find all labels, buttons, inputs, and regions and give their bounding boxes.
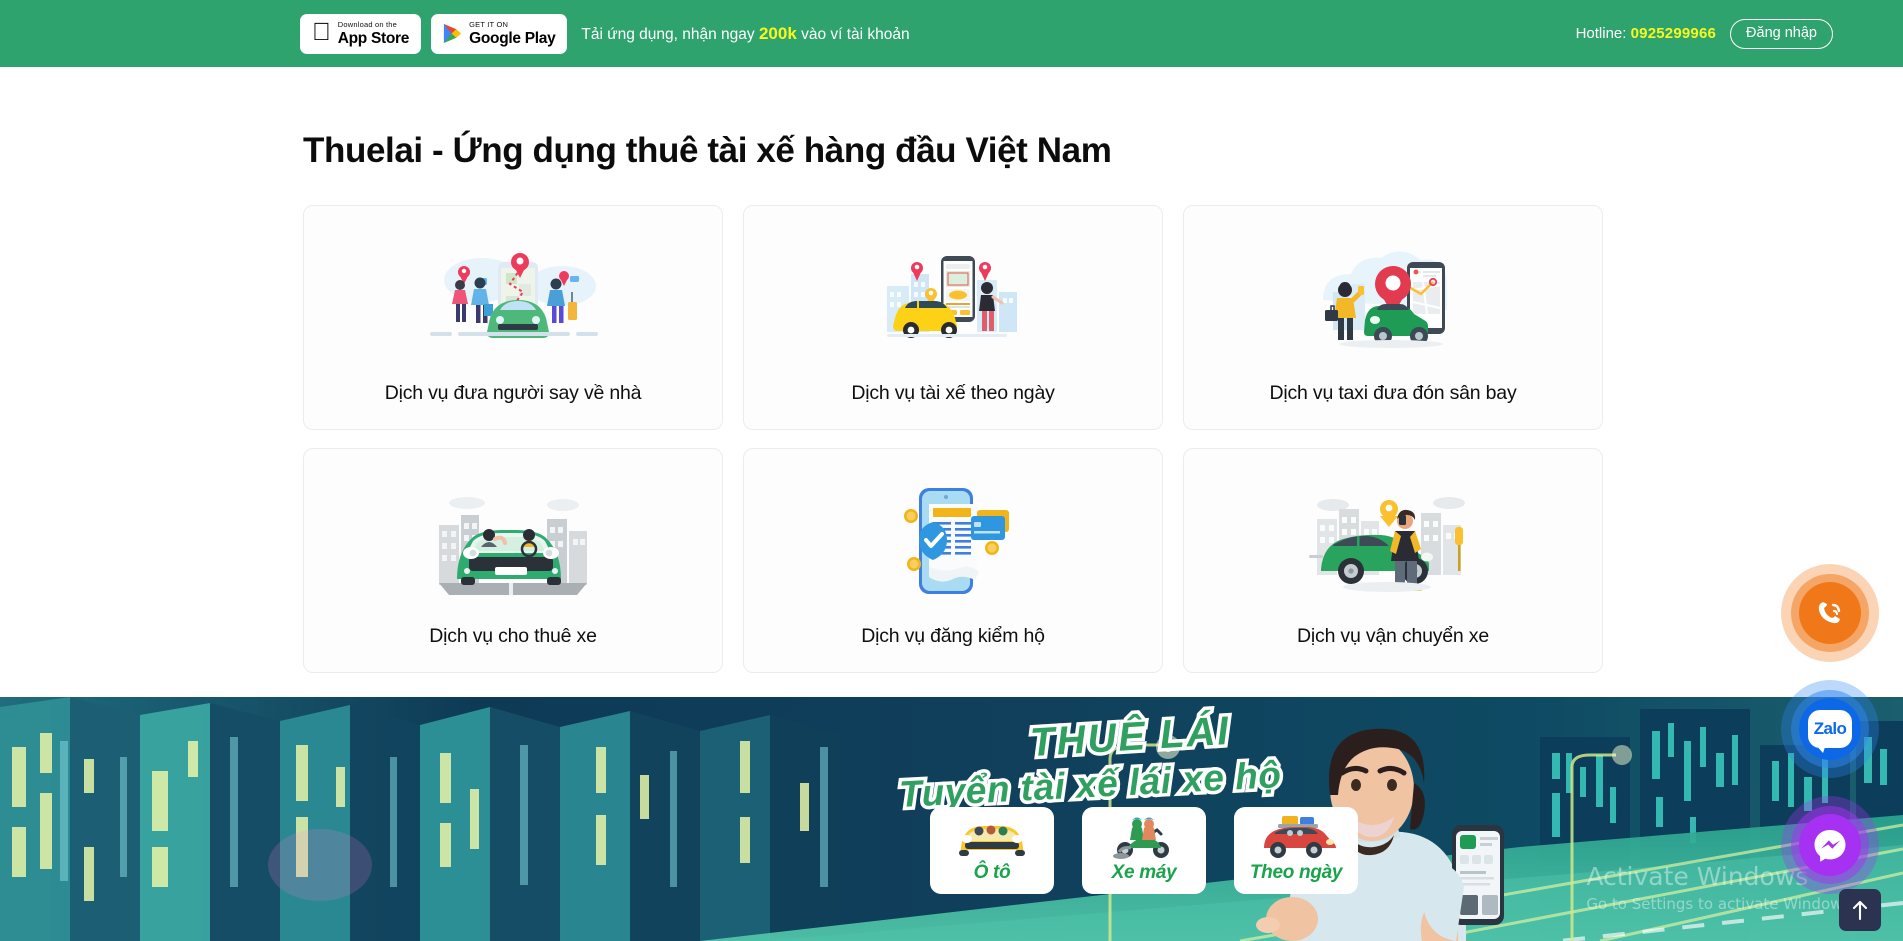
scroll-to-top-button[interactable] — [1839, 889, 1881, 931]
pill-car[interactable]: Ô tô — [930, 807, 1054, 894]
zalo-bubble-icon: Zalo — [1808, 710, 1852, 753]
service-card-label: Dịch vụ vận chuyển xe — [1297, 625, 1489, 647]
store-badges:  Download on the App Store GET IT ON — [300, 13, 568, 54]
pill-motorbike[interactable]: Xe máy — [1082, 807, 1206, 894]
car-transport-illustration — [1184, 449, 1602, 625]
service-card-inspection[interactable]: Dịch vụ đăng kiểm hộ — [743, 448, 1163, 673]
service-card-grid: Dịch vụ đưa người say về nhà Dịch vụ tài… — [0, 171, 1903, 673]
messenger-chat-button[interactable] — [1799, 814, 1861, 876]
zalo-chat-button[interactable]: Zalo — [1799, 698, 1861, 760]
pill-daily[interactable]: Theo ngày — [1234, 807, 1358, 894]
promo-amount: 200k — [740, 23, 797, 43]
drunk-ride-illustration — [304, 206, 722, 382]
promo-text: Tải ứng dụng, nhận ngay 200k vào ví tài … — [581, 24, 909, 44]
daily-driver-illustration — [744, 206, 1162, 382]
recruitment-banner[interactable]: THUÊ LÁI Tuyển tài xế lái xe hộ Ô tô Xe … — [0, 697, 1903, 941]
fab-phone-wrapper — [1775, 558, 1885, 668]
phone-call-button[interactable] — [1799, 582, 1861, 644]
service-card-label: Dịch vụ tài xế theo ngày — [851, 382, 1055, 404]
floating-contact-buttons: Zalo — [1775, 558, 1885, 900]
promo-topbar:  Download on the App Store GET IT ON — [0, 0, 1903, 67]
service-card-transport[interactable]: Dịch vụ vận chuyển xe — [1183, 448, 1603, 673]
service-card-label: Dịch vụ đưa người say về nhà — [384, 382, 642, 404]
pill-label: Xe máy — [1111, 862, 1177, 883]
service-card-label: Dịch vụ taxi đưa đón sân bay — [1269, 382, 1517, 404]
main-content: Thuelai - Ứng dụng thuê tài xế hàng đầu … — [0, 67, 1903, 697]
hotline-label: Hotline: — [1575, 25, 1631, 42]
service-card-car-rental[interactable]: Dịch vụ cho thuê xe — [303, 448, 723, 673]
googleplay-badge[interactable]: GET IT ON Google Play — [431, 13, 568, 54]
googleplay-badge-small: GET IT ON — [450, 20, 508, 29]
fab-messenger-wrapper — [1775, 790, 1885, 900]
service-card-label: Dịch vụ cho thuê xe — [429, 625, 597, 647]
fab-zalo-wrapper: Zalo — [1775, 674, 1885, 784]
appstore-badge-small: Download on the — [319, 20, 397, 29]
googleplay-badge-big: Google Play — [450, 29, 556, 47]
page-title: Thuelai - Ứng dụng thuê tài xế hàng đầu … — [303, 131, 1112, 170]
service-card-drunk-ride[interactable]: Dịch vụ đưa người say về nhà — [303, 205, 723, 430]
hotline-number: 0925299966 — [1630, 25, 1717, 42]
service-card-label: Dịch vụ đăng kiểm hộ — [861, 625, 1045, 647]
arrow-up-icon — [1852, 900, 1868, 921]
motorbike-icon — [1113, 817, 1169, 859]
login-button[interactable]: Đăng nhập — [1730, 18, 1833, 49]
appstore-badge-big: App Store — [319, 29, 410, 47]
loaded-car-icon — [1264, 816, 1336, 858]
car-rental-illustration — [304, 449, 722, 625]
car-icon — [959, 825, 1025, 856]
phone-call-icon — [1818, 602, 1841, 624]
google-play-icon — [444, 24, 462, 43]
promo-suffix: vào ví tài khoản — [778, 25, 910, 43]
appstore-badge[interactable]:  Download on the App Store — [300, 13, 422, 54]
banner-headline-block: THUÊ LÁI Tuyển tài xế lái xe hộ — [894, 705, 1330, 818]
hotline[interactable]: Hotline: 0925299966 — [1576, 25, 1716, 42]
vehicle-inspection-illustration — [744, 449, 1162, 625]
promo-prefix: Tải ứng dụng, nhận ngay — [562, 25, 754, 43]
apple-icon:  — [312, 19, 331, 45]
service-card-daily-driver[interactable]: Dịch vụ tài xế theo ngày — [743, 205, 1163, 430]
banner-category-pills: Ô tô Xe máy Theo ngày — [930, 807, 1358, 894]
zalo-label: Zalo — [1813, 719, 1847, 738]
service-card-airport-taxi[interactable]: Dịch vụ taxi đưa đón sân bay — [1183, 205, 1603, 430]
messenger-icon — [1814, 830, 1846, 862]
pill-label: Ô tô — [973, 862, 1011, 883]
airport-taxi-illustration — [1184, 206, 1602, 382]
pill-label: Theo ngày — [1249, 862, 1343, 883]
